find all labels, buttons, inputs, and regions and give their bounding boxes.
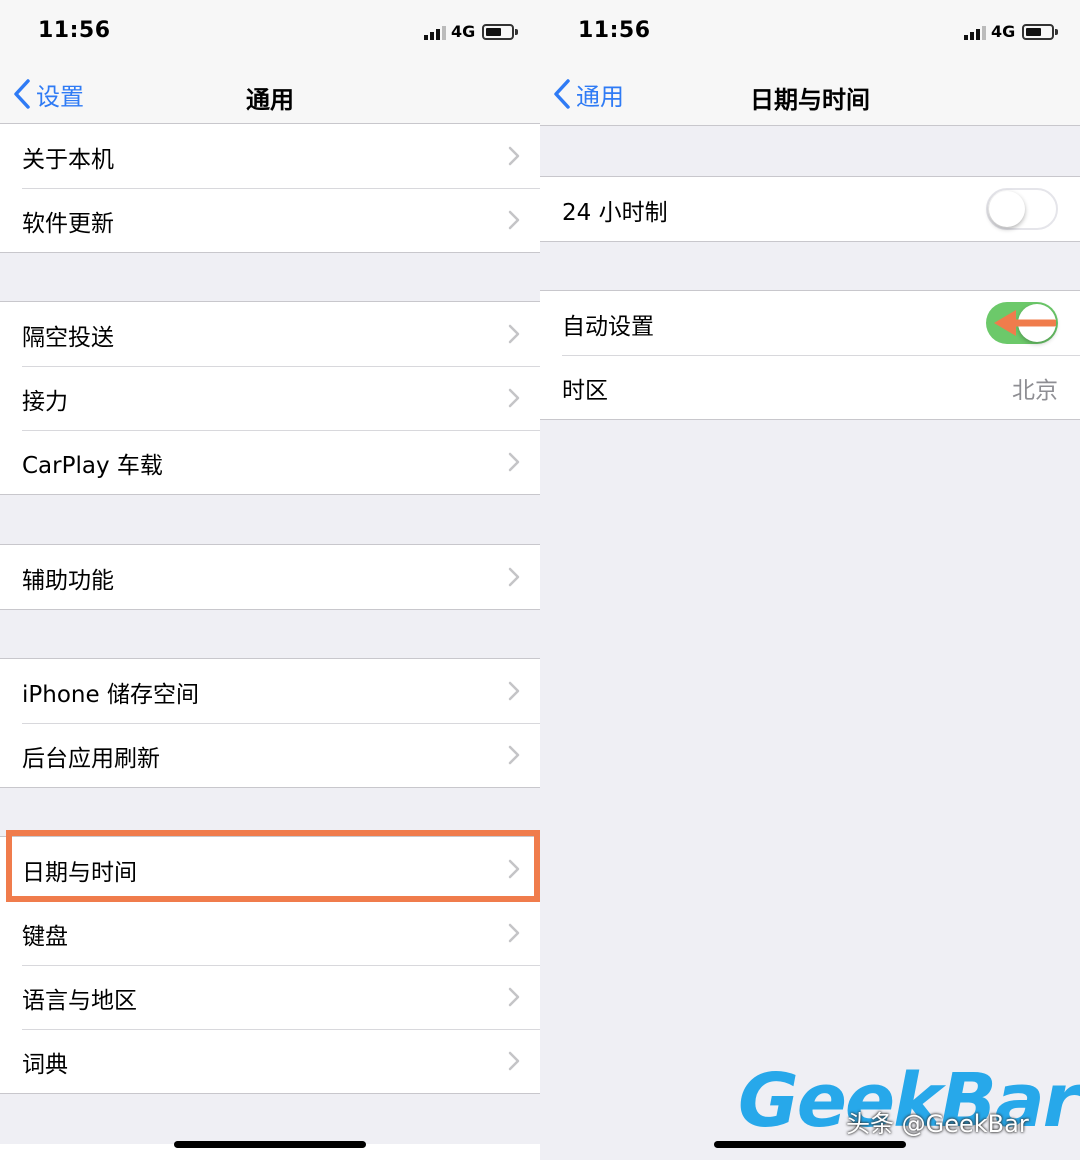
signal-icon [424,26,446,40]
row-label: 自动设置 [562,314,654,340]
row-carplay[interactable]: CarPlay 车载 [0,430,540,494]
chevron-right-icon [508,745,520,765]
row-label: 软件更新 [22,211,114,237]
row-label: 日期与时间 [22,860,137,886]
chevron-right-icon [508,1051,520,1071]
date-time-screen: 11:56 4G 通用 日期与时间 24 小时制 自动设置 时区 北京 [540,0,1080,1160]
row-timezone[interactable]: 时区 北京 [540,355,1080,419]
battery-icon [1022,24,1058,40]
row-label: 隔空投送 [22,325,114,351]
row-keyboard[interactable]: 键盘 [0,901,540,965]
row-label: 接力 [22,389,68,415]
network-type: 4G [451,22,476,41]
settings-group-accessibility: 辅助功能 [0,544,540,610]
battery-icon [482,24,518,40]
row-label: 时区 [562,378,608,404]
network-type: 4G [991,22,1016,41]
row-handoff[interactable]: 接力 [0,366,540,430]
watermark-caption: 头条 @GeekBar [846,1110,1029,1138]
row-background-refresh[interactable]: 后台应用刷新 [0,723,540,787]
status-time: 11:56 [38,18,111,43]
row-label: 辅助功能 [22,568,114,594]
timezone-value: 北京 [1012,378,1058,404]
settings-group-locale: 日期与时间 键盘 语言与地区 词典 [0,836,540,1094]
row-label: 关于本机 [22,147,114,173]
row-label: 后台应用刷新 [22,746,160,772]
page-title: 日期与时间 [750,86,870,114]
navigation-bar: 通用 日期与时间 [540,62,1080,126]
row-label: 24 小时制 [562,200,668,226]
arrow-left-icon [994,310,1056,336]
row-label: CarPlay 车载 [22,453,163,479]
general-settings-screen: 11:56 4G 设置 通用 关于本机 软件更新 隔空投送 接力 CarPlay… [0,0,540,1160]
row-software-update[interactable]: 软件更新 [0,188,540,252]
status-bar: 11:56 4G [540,0,1080,62]
row-24-hour: 24 小时制 [540,177,1080,241]
settings-group-connectivity: 隔空投送 接力 CarPlay 车载 [0,301,540,495]
settings-group-about: 关于本机 软件更新 [0,123,540,253]
chevron-right-icon [508,681,520,701]
chevron-right-icon [508,210,520,230]
row-accessibility[interactable]: 辅助功能 [0,545,540,609]
toggle-auto-set[interactable] [986,302,1058,344]
navigation-bar: 设置 通用 [0,62,540,126]
row-auto-set: 自动设置 [540,291,1080,355]
settings-group-storage: iPhone 储存空间 后台应用刷新 [0,658,540,788]
chevron-right-icon [508,388,520,408]
status-bar: 11:56 4G [0,0,540,62]
row-airdrop[interactable]: 隔空投送 [0,302,540,366]
status-time: 11:56 [578,18,651,43]
chevron-right-icon [508,452,520,472]
settings-group-time-source: 自动设置 时区 北京 [540,290,1080,420]
row-language-region[interactable]: 语言与地区 [0,965,540,1029]
chevron-right-icon [508,324,520,344]
row-label: 语言与地区 [22,988,137,1014]
chevron-right-icon [508,987,520,1007]
toggle-24-hour[interactable] [986,188,1058,230]
row-dictionary[interactable]: 词典 [0,1029,540,1093]
row-label: 词典 [22,1052,68,1078]
row-about[interactable]: 关于本机 [0,124,540,188]
page-title: 通用 [246,86,294,114]
home-indicator[interactable] [174,1141,366,1148]
settings-group-hour-format: 24 小时制 [540,176,1080,242]
chevron-right-icon [508,146,520,166]
chevron-right-icon [508,567,520,587]
signal-icon [964,26,986,40]
row-label: 键盘 [22,924,68,950]
chevron-right-icon [508,923,520,943]
row-iphone-storage[interactable]: iPhone 储存空间 [0,659,540,723]
chevron-right-icon [508,859,520,879]
row-date-time[interactable]: 日期与时间 [0,837,540,901]
row-label: iPhone 储存空间 [22,682,199,708]
